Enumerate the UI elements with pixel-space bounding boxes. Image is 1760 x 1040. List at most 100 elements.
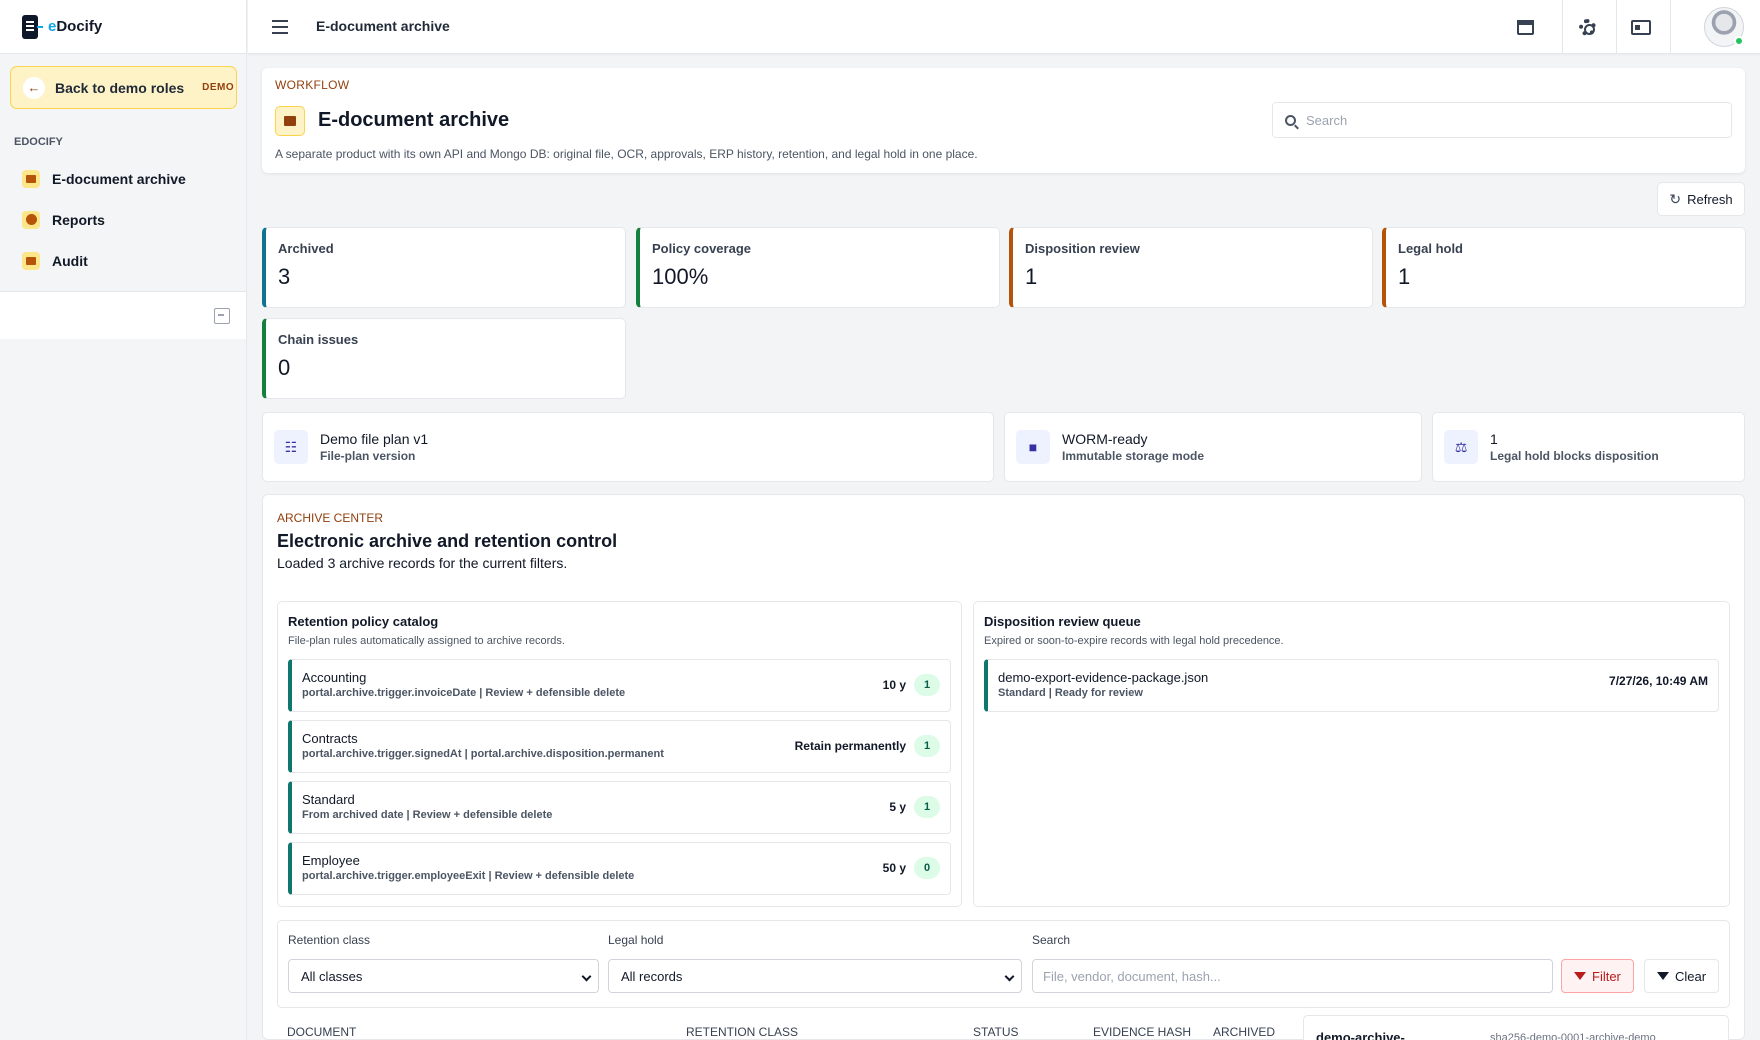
stat-archived: Archived 3: [262, 227, 626, 308]
policy-title: Accounting: [302, 670, 367, 685]
column-header-evidence-hash[interactable]: EVIDENCE HASH: [1093, 1025, 1191, 1039]
filter-button[interactable]: Filter: [1561, 959, 1634, 993]
settings-button[interactable]: [1574, 14, 1600, 40]
section-message: Loaded 3 archive records for the current…: [277, 555, 568, 571]
document-status: Standard | Ready for review: [998, 687, 1143, 699]
panel-subtitle: File-plan rules automatically assigned t…: [288, 635, 565, 647]
panel-subtitle: Expired or soon-to-expire records with l…: [984, 635, 1284, 647]
id-card-button[interactable]: [1628, 14, 1654, 40]
archive-button[interactable]: [1512, 14, 1538, 40]
column-header-archived[interactable]: ARCHIVED: [1213, 1025, 1275, 1039]
refresh-button[interactable]: ↻ Refresh: [1657, 182, 1745, 216]
back-to-demo-roles-button[interactable]: ← Back to demo roles DEMO: [10, 66, 237, 109]
collapse-sidebar-icon[interactable]: [214, 308, 230, 324]
record-count-badge: 0: [914, 857, 940, 879]
disposition-date: 7/27/26, 10:49 AM: [1609, 674, 1708, 688]
sidebar-item-audit[interactable]: Audit: [0, 240, 246, 281]
retention-policy-panel: Retention policy catalog File-plan rules…: [277, 601, 962, 907]
policy-rule: portal.archive.trigger.invoiceDate | Rev…: [302, 687, 626, 699]
column-header-status[interactable]: STATUS: [973, 1025, 1019, 1039]
brand-name: eDocify: [48, 18, 103, 35]
stat-label: Policy coverage: [652, 241, 751, 256]
sidebar-item-e-document-archive[interactable]: E-document archive: [0, 158, 246, 199]
user-avatar[interactable]: [1704, 7, 1744, 47]
stat-value: 1: [1025, 264, 1038, 289]
stat-chain-issues: Chain issues 0: [262, 318, 626, 399]
stat-value: 100%: [652, 264, 709, 289]
lock-icon: ■: [1016, 430, 1050, 464]
page-title: E-document archive: [318, 109, 510, 131]
pie-chart-icon: [22, 210, 40, 229]
policy-row-standard[interactable]: Standard From archived date | Review + d…: [288, 781, 951, 834]
funnel-icon: [1574, 972, 1586, 980]
archive-center: ARCHIVE CENTER Electronic archive and re…: [262, 494, 1745, 1040]
stat-value: 1: [1398, 264, 1411, 289]
chevron-down-icon: [581, 971, 592, 982]
sidebar-item-label: Reports: [52, 211, 105, 228]
policy-row-accounting[interactable]: Accounting portal.archive.trigger.invoic…: [288, 659, 951, 712]
clear-button[interactable]: Clear: [1644, 959, 1720, 993]
hamburger-menu-icon[interactable]: [272, 20, 288, 34]
page-header: WORKFLOW E-document archive A separate p…: [262, 68, 1745, 173]
preview-hash: sha256-demo-0001-archive-demo: [1490, 1032, 1656, 1040]
record-count-badge: 1: [914, 796, 940, 818]
top-bar: E-document archive: [248, 0, 1760, 54]
stat-label: Legal hold: [1398, 241, 1463, 256]
selected-value: All records: [621, 968, 683, 984]
search-label: Search: [1032, 933, 1071, 947]
info-subtitle: Legal hold blocks disposition: [1490, 449, 1659, 463]
legal-hold-select[interactable]: All records: [608, 959, 1022, 993]
page-subtitle: A separate product with its own API and …: [275, 147, 978, 161]
retention-period: 10 y: [882, 678, 906, 692]
demo-badge: DEMO: [202, 82, 235, 93]
info-subtitle: Immutable storage mode: [1062, 449, 1205, 463]
id-card-icon: [1631, 19, 1651, 35]
stat-policy-coverage: Policy coverage 100%: [636, 227, 1000, 308]
records-search-input[interactable]: File, vendor, document, hash...: [1032, 959, 1553, 993]
online-status-dot: [1734, 36, 1744, 46]
brand-logo[interactable]: eDocify: [0, 0, 246, 54]
clipboard-icon: [22, 251, 40, 270]
retention-period: 50 y: [882, 861, 906, 875]
sidebar-item-reports[interactable]: Reports: [0, 199, 246, 240]
clear-filter-icon: [1657, 972, 1669, 980]
edocify-logo-icon: [22, 14, 43, 39]
info-title: Demo file plan v1: [320, 431, 429, 447]
sitemap-icon: ☷: [274, 430, 308, 464]
filter-label: Filter: [1592, 968, 1621, 984]
section-title: Electronic archive and retention control: [277, 531, 618, 551]
divider: [1616, 0, 1617, 54]
retention-period: Retain permanently: [794, 739, 906, 753]
sidebar-section-label: EDOCIFY: [14, 136, 63, 148]
column-header-document[interactable]: DOCUMENT: [287, 1025, 356, 1039]
preview-title: demo-archive-: [1316, 1030, 1405, 1040]
info-title: WORM-ready: [1062, 431, 1148, 447]
filter-bar: Retention class All classes Legal hold A…: [277, 920, 1730, 1008]
record-preview-card[interactable]: demo-archive- sha256-demo-0001-archive-d…: [1303, 1015, 1729, 1040]
panel-title: Disposition review queue: [984, 614, 1141, 629]
stat-label: Chain issues: [278, 332, 359, 347]
selected-value: All classes: [301, 968, 363, 984]
arrow-left-icon: ←: [23, 76, 45, 99]
legal-hold-label: Legal hold: [608, 933, 664, 947]
sidebar-item-label: E-document archive: [52, 170, 186, 187]
archive-icon: [1516, 19, 1534, 35]
refresh-icon: ↻: [1669, 190, 1682, 207]
divider: [1670, 0, 1671, 54]
stat-disposition-review: Disposition review 1: [1009, 227, 1373, 308]
policy-row-contracts[interactable]: Contracts portal.archive.trigger.signedA…: [288, 720, 951, 773]
info-title: 1: [1490, 431, 1498, 447]
stat-label: Archived: [278, 241, 334, 256]
retention-class-select[interactable]: All classes: [288, 959, 599, 993]
record-count-badge: 1: [914, 674, 940, 696]
chevron-down-icon: [1004, 971, 1015, 982]
info-card-file-plan: ☷ Demo file plan v1 File-plan version: [262, 412, 994, 482]
column-header-retention-class[interactable]: RETENTION CLASS: [686, 1025, 798, 1039]
disposition-row[interactable]: demo-export-evidence-package.json Standa…: [984, 659, 1719, 712]
header-search-input[interactable]: Search: [1272, 102, 1732, 138]
policy-row-employee[interactable]: Employee portal.archive.trigger.employee…: [288, 842, 951, 895]
archive-icon: [275, 106, 305, 136]
top-bar-title: E-document archive: [316, 18, 450, 34]
stat-legal-hold: Legal hold 1: [1382, 227, 1746, 308]
stat-value: 3: [278, 264, 291, 289]
